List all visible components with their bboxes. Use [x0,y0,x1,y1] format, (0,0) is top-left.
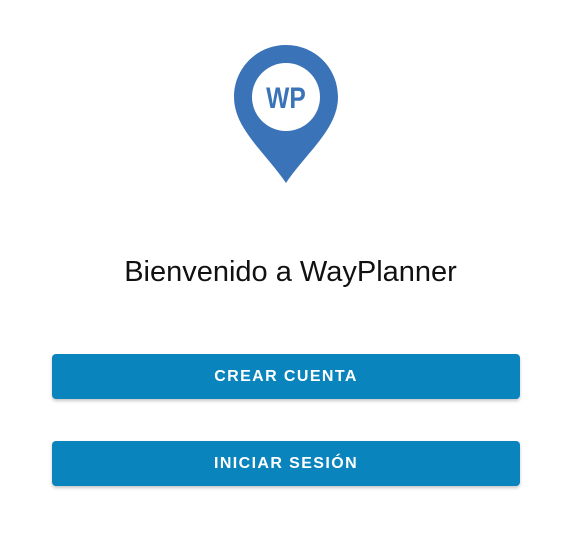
map-pin-icon: WP [234,45,338,183]
app-logo: WP [234,45,338,183]
login-button[interactable]: INICIAR SESIÓN [52,441,520,486]
welcome-screen: WP Bienvenido a WayPlanner CREAR CUENTA … [0,0,581,539]
create-account-button[interactable]: CREAR CUENTA [52,354,520,399]
welcome-title: Bienvenido a WayPlanner [124,256,457,288]
logo-text: WP [266,81,306,115]
